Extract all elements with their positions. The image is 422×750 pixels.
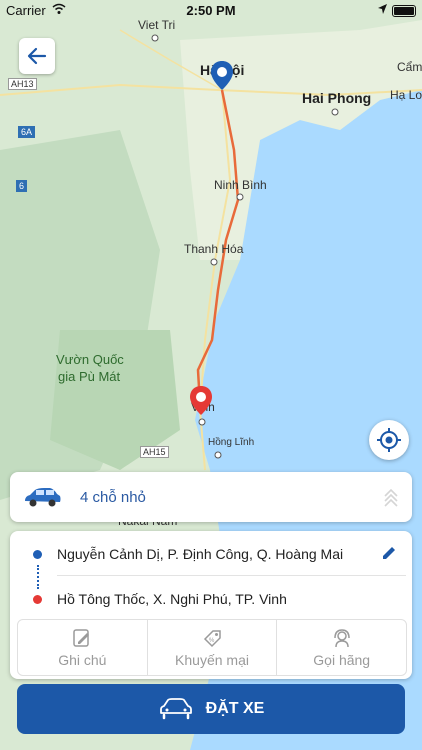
pickup-dot-icon [33,550,42,559]
road-tag-ah15: AH15 [140,446,169,458]
map-label-ninh-binh: Ninh Bình [214,178,267,192]
my-location-button[interactable] [369,420,409,460]
map-label-ha-long: Hạ Lo [390,88,422,102]
map-label-thanh-hoa: Thanh Hóa [184,242,244,256]
pencil-edit-icon[interactable] [380,544,398,562]
map-label-cam: Cẩm [397,60,422,74]
road-tag-ah13: AH13 [8,78,37,90]
map-label-hong-linh: Hồng Lĩnh [208,437,255,448]
promo-button[interactable]: % Khuyến mại [146,620,277,675]
chevron-up-double-icon [384,488,398,507]
book-ride-button[interactable]: ĐẶT XE [17,684,405,734]
arrow-left-icon [27,47,47,65]
back-button[interactable] [19,38,55,74]
dropoff-address[interactable]: Hồ Tông Thốc, X. Nghi Phú, TP. Vinh [57,591,287,607]
divider [57,575,406,576]
start-pin-icon [211,61,233,90]
location-arrow-icon [378,4,387,14]
note-label: Ghi chú [58,651,107,668]
car-icon [159,698,192,720]
road-tag-6: 6 [16,180,28,192]
crosshair-icon [377,428,401,452]
battery-icon [392,5,416,17]
promo-label: Khuyến mại [175,651,249,668]
book-ride-label: ĐẶT XE [205,700,265,717]
promo-tag-icon: % [203,629,221,647]
note-button[interactable]: Ghi chú [18,620,147,675]
map-label-hai-phong: Hai Phong [302,90,372,106]
end-pin-icon [190,386,212,415]
support-headset-icon [333,628,350,647]
dropoff-dot-icon [33,595,42,604]
vehicle-type-selector[interactable]: 4 chỗ nhỏ [10,472,412,522]
map-label-park-1: Vườn Quốc [56,352,124,367]
status-bar: Carrier 2:50 PM [0,0,422,22]
svg-text:%: % [209,638,215,644]
call-company-label: Gọi hãng [313,651,371,668]
call-company-button[interactable]: Gọi hãng [276,620,406,675]
route-card: Nguyễn Cảnh Dị, P. Định Công, Q. Hoàng M… [10,531,412,679]
vehicle-type-label: 4 chỗ nhỏ [80,489,146,506]
action-bar: Ghi chú % Khuyến mại Gọi hãng [17,619,407,676]
note-icon [73,628,90,647]
road-tag-6a: 6A [18,126,36,138]
map-label-park-2: gia Pù Mát [58,369,121,384]
pickup-address[interactable]: Nguyễn Cảnh Dị, P. Định Công, Q. Hoàng M… [57,546,343,562]
status-time: 2:50 PM [186,3,236,18]
route-connector [37,565,39,589]
car-thumbnail-icon [25,488,61,507]
